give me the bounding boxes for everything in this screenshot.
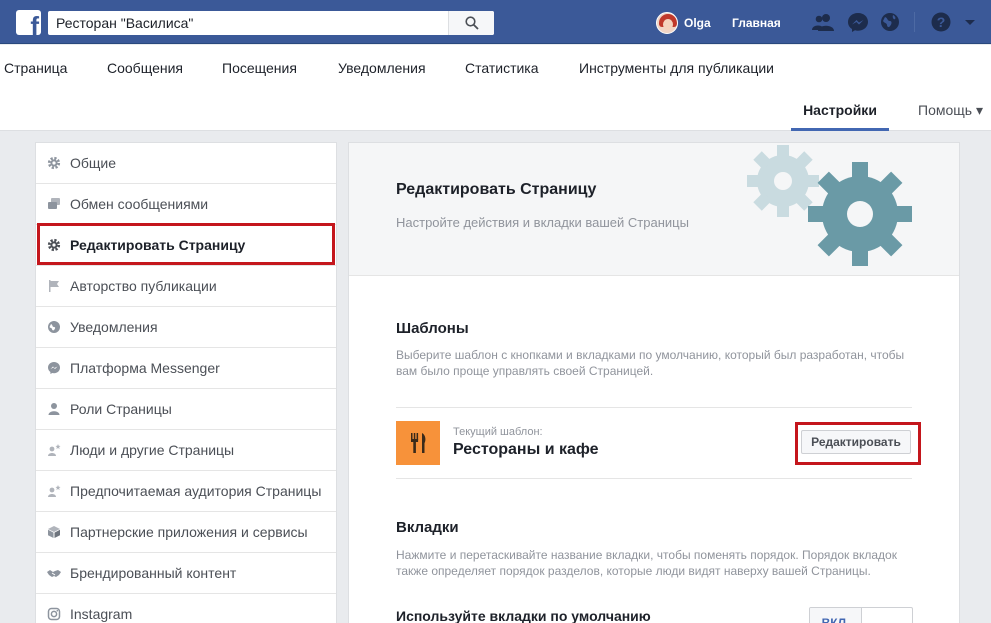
templates-section-title: Шаблоны bbox=[396, 320, 469, 337]
page-subtitle: Настройте действия и вкладки вашей Стран… bbox=[396, 215, 689, 230]
sidebar-item-label: Люди и другие Страницы bbox=[70, 442, 235, 458]
sidebar-item-messenger-platform[interactable]: Платформа Messenger bbox=[36, 348, 336, 389]
edit-page-panel: Редактировать Страницу Настройте действи… bbox=[348, 142, 960, 623]
instagram-icon bbox=[47, 607, 61, 621]
sidebar-item-branded-content[interactable]: Брендированный контент bbox=[36, 553, 336, 594]
settings-sidebar: Общие Обмен сообщениями Редактировать Ст… bbox=[35, 142, 337, 623]
sidebar-item-label: Платформа Messenger bbox=[70, 360, 220, 376]
sidebar-item-label: Instagram bbox=[70, 606, 133, 622]
current-template-name: Рестораны и кафе bbox=[453, 441, 599, 458]
panel-header: Редактировать Страницу Настройте действи… bbox=[349, 143, 959, 276]
sidebar-item-preferred-audience[interactable]: Предпочитаемая аудитория Страницы bbox=[36, 471, 336, 512]
highlight-box-edit-button bbox=[795, 422, 921, 465]
sidebar-item-label: Авторство публикации bbox=[70, 278, 217, 294]
templates-description: Выберите шаблон с кнопками и вкладками п… bbox=[396, 348, 905, 378]
sidebar-item-label: Общие bbox=[70, 155, 117, 171]
account-menu-caret-icon[interactable] bbox=[963, 12, 977, 32]
page-title: Редактировать Страницу bbox=[396, 181, 597, 198]
default-tabs-label: Используйте вкладки по умолчанию bbox=[396, 608, 651, 623]
user-name: Olga bbox=[684, 16, 711, 30]
search-box bbox=[48, 11, 494, 35]
restaurant-template-icon bbox=[396, 421, 440, 465]
nav-tab-visits[interactable]: Посещения bbox=[222, 60, 297, 76]
sidebar-item-label: Партнерские приложения и сервисы bbox=[70, 524, 308, 540]
settings-tab-underline bbox=[791, 128, 889, 131]
nav-tab-insights[interactable]: Статистика bbox=[465, 60, 539, 76]
search-input[interactable] bbox=[48, 11, 448, 35]
sidebar-item-label: Роли Страницы bbox=[70, 401, 172, 417]
notifications-globe-icon[interactable] bbox=[879, 12, 901, 32]
sidebar-item-messaging[interactable]: Обмен сообщениями bbox=[36, 184, 336, 225]
flag-icon bbox=[49, 280, 59, 292]
toggle-on-label[interactable]: ВКЛ. bbox=[810, 608, 862, 623]
gear-icon bbox=[47, 156, 61, 170]
sidebar-item-label: Уведомления bbox=[70, 319, 158, 335]
sidebar-item-people-and-pages[interactable]: Люди и другие Страницы bbox=[36, 430, 336, 471]
sidebar-item-general[interactable]: Общие bbox=[36, 143, 336, 184]
default-tabs-toggle[interactable]: ВКЛ. bbox=[809, 607, 913, 623]
svg-text:?: ? bbox=[937, 14, 946, 30]
help-menu[interactable]: Помощь ▾ bbox=[918, 102, 983, 119]
top-bar: f Olga Главная ? bbox=[0, 0, 991, 44]
cube-icon bbox=[48, 526, 60, 538]
handshake-icon bbox=[47, 570, 61, 577]
nav-tab-publishing-tools[interactable]: Инструменты для публикации bbox=[579, 60, 774, 76]
tabs-description: Нажмите и перетаскивайте название вкладк… bbox=[396, 548, 897, 578]
sidebar-item-post-attribution[interactable]: Авторство публикации bbox=[36, 266, 336, 307]
help-icon[interactable]: ? bbox=[930, 12, 952, 32]
people-star-icon bbox=[48, 444, 61, 456]
globe-icon bbox=[48, 321, 60, 333]
nav-tab-notifications[interactable]: Уведомления bbox=[338, 60, 426, 76]
sidebar-item-label: Предпочитаемая аудитория Страницы bbox=[70, 483, 322, 499]
sidebar-item-partner-apps[interactable]: Партнерские приложения и сервисы bbox=[36, 512, 336, 553]
settings-tab[interactable]: Настройки bbox=[791, 102, 889, 118]
user-profile-link[interactable]: Olga bbox=[656, 12, 711, 34]
messenger-icon bbox=[48, 362, 60, 374]
facebook-logo-icon[interactable]: f bbox=[16, 10, 41, 35]
people-star-icon bbox=[48, 485, 61, 497]
friend-requests-icon[interactable] bbox=[812, 12, 834, 32]
chat-bubbles-icon bbox=[48, 198, 60, 209]
search-icon bbox=[465, 16, 479, 30]
current-template-label: Текущий шаблон: bbox=[453, 426, 543, 438]
search-button[interactable] bbox=[448, 11, 494, 35]
highlight-box-edit-page bbox=[37, 223, 335, 265]
gear-large-icon bbox=[808, 162, 912, 266]
page-navigation: Страница Сообщения Посещения Уведомления… bbox=[0, 45, 991, 131]
sidebar-item-label: Брендированный контент bbox=[70, 565, 237, 581]
messenger-icon[interactable] bbox=[847, 12, 869, 32]
fork-knife-icon bbox=[411, 433, 426, 453]
divider bbox=[396, 478, 912, 479]
nav-tab-messages[interactable]: Сообщения bbox=[107, 60, 183, 76]
person-icon bbox=[48, 403, 60, 415]
sidebar-item-instagram[interactable]: Instagram bbox=[36, 594, 336, 623]
topbar-divider bbox=[914, 12, 915, 32]
nav-tab-page[interactable]: Страница bbox=[4, 60, 67, 76]
sidebar-item-page-roles[interactable]: Роли Страницы bbox=[36, 389, 336, 430]
home-link[interactable]: Главная bbox=[732, 16, 781, 30]
avatar bbox=[656, 12, 678, 34]
sidebar-item-label: Обмен сообщениями bbox=[70, 196, 209, 212]
divider bbox=[396, 407, 912, 408]
sidebar-item-notifications[interactable]: Уведомления bbox=[36, 307, 336, 348]
tabs-section-title: Вкладки bbox=[396, 519, 459, 536]
